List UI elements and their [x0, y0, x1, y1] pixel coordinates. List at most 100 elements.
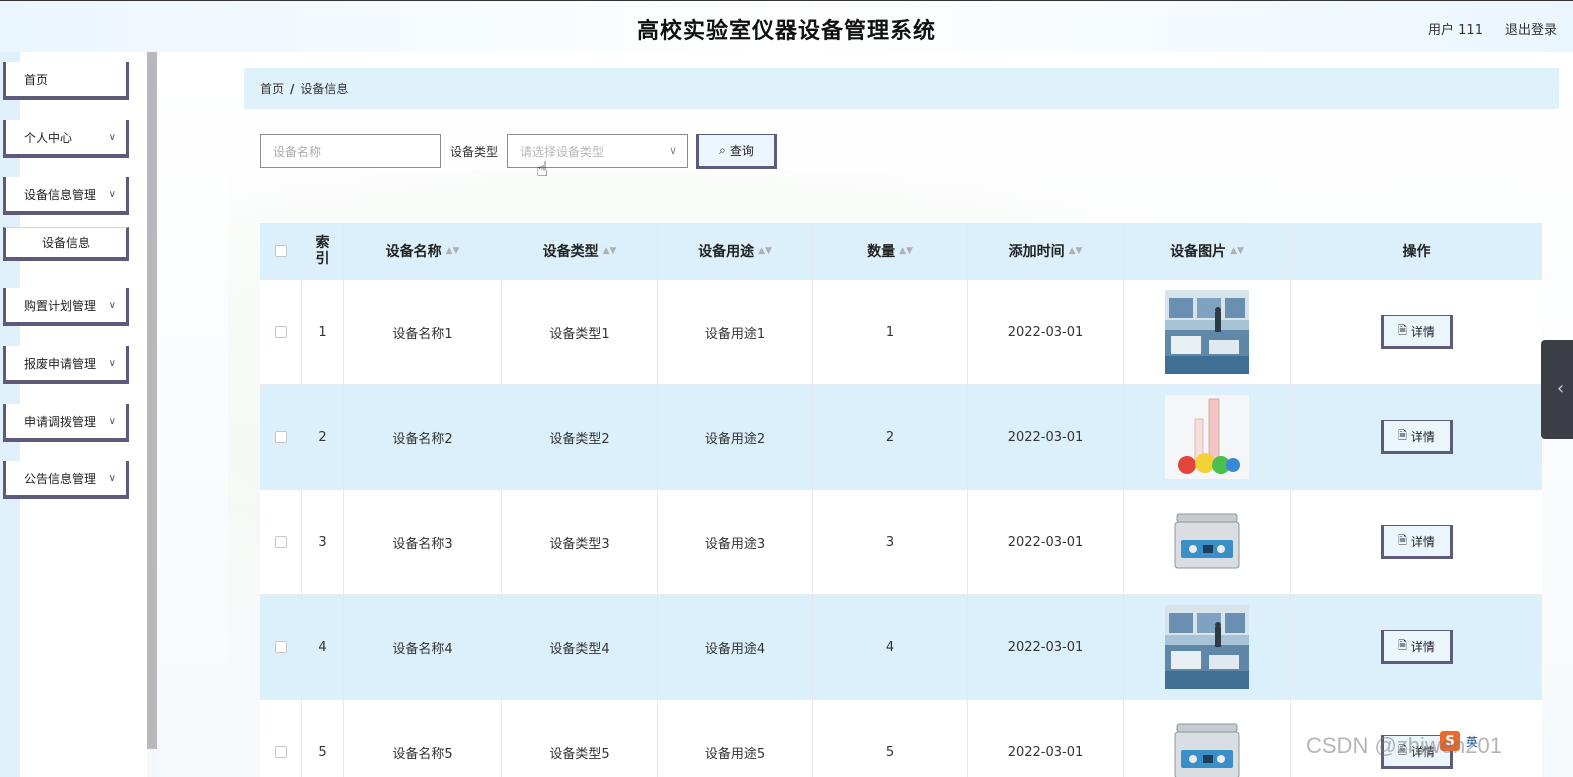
cell-quantity: 1 — [813, 280, 968, 384]
chevron-down-icon: ∨ — [108, 358, 116, 369]
sidebar-item-transfer-application[interactable]: 申请调拨管理 ∨ — [3, 404, 129, 442]
column-header-label: 数量 — [867, 244, 896, 260]
table-row: 1 设备名称1 设备类型1 设备用途1 1 2022-03-01 🗎 详情 — [260, 280, 1542, 385]
chevron-down-icon: ∨ — [108, 473, 116, 484]
column-header-image[interactable]: 设备图片 ▲▼ — [1124, 223, 1291, 279]
detail-button[interactable]: 🗎 详情 — [1380, 315, 1453, 349]
breadcrumb-separator: / — [290, 81, 295, 96]
breadcrumb: 首页 / 设备信息 — [244, 68, 1559, 109]
sort-icon[interactable]: ▲▼ — [446, 247, 460, 256]
cell-use: 设备用途2 — [658, 385, 813, 489]
search-icon: ⌕ — [719, 143, 726, 157]
detail-button-label: 详情 — [1410, 324, 1435, 339]
cell-image — [1124, 700, 1291, 777]
equipment-image[interactable] — [1165, 605, 1249, 689]
detail-button[interactable]: 🗎 详情 — [1380, 525, 1453, 559]
sidebar-scrollbar[interactable] — [147, 52, 157, 749]
equipment-name-placeholder: 设备名称 — [273, 144, 322, 159]
breadcrumb-current: 设备信息 — [300, 82, 349, 96]
chevron-down-icon: ∨ — [108, 189, 116, 200]
row-checkbox[interactable] — [274, 431, 287, 443]
equipment-image[interactable] — [1165, 500, 1249, 584]
column-header-type[interactable]: 设备类型 ▲▼ — [502, 223, 658, 279]
query-button[interactable]: ⌕ 查询 — [696, 134, 777, 169]
column-header-time[interactable]: 添加时间 ▲▼ — [968, 223, 1124, 279]
sidebar-item-label: 公告信息管理 — [24, 471, 97, 486]
document-icon: 🗎 — [1398, 428, 1407, 442]
cell-use: 设备用途4 — [658, 595, 813, 699]
row-checkbox[interactable] — [274, 746, 287, 758]
column-header-quantity[interactable]: 数量 ▲▼ — [813, 223, 968, 279]
cell-type: 设备类型3 — [502, 490, 658, 594]
logout-link[interactable]: 退出登录 — [1505, 19, 1557, 38]
cell-quantity: 5 — [813, 700, 968, 777]
sidebar-item-label: 首页 — [24, 72, 49, 87]
row-checkbox[interactable] — [274, 641, 287, 653]
table-header-row: 索引 设备名称 ▲▼ 设备类型 ▲▼ 设备用途 ▲▼ 数量 ▲▼ 添加时间 ▲▼ 设备图片… — [260, 223, 1542, 280]
cell-use: 设备用途1 — [658, 280, 813, 384]
sort-icon[interactable]: ▲▼ — [1230, 247, 1244, 256]
detail-button[interactable]: 🗎 详情 — [1380, 420, 1453, 454]
cell-name: 设备名称4 — [344, 595, 502, 699]
cell-actions: 🗎 详情 — [1291, 280, 1542, 384]
sidebar-item-label: 设备信息管理 — [24, 187, 97, 202]
column-header-label: 设备用途 — [698, 244, 755, 260]
breadcrumb-home[interactable]: 首页 — [260, 80, 284, 97]
cell-index: 4 — [302, 595, 344, 699]
select-all-checkbox[interactable] — [274, 245, 287, 257]
table-body: 1 设备名称1 设备类型1 设备用途1 1 2022-03-01 🗎 详情 2 设备名称2 设备类型… — [260, 280, 1542, 777]
equipment-image[interactable] — [1165, 290, 1249, 374]
equipment-table: 索引 设备名称 ▲▼ 设备类型 ▲▼ 设备用途 ▲▼ 数量 ▲▼ 添加时间 ▲▼ 设备图片… — [260, 223, 1542, 777]
equipment-name-input[interactable]: 设备名称 — [260, 134, 441, 168]
cell-name: 设备名称5 — [344, 700, 502, 777]
cell-name: 设备名称2 — [344, 385, 502, 489]
document-icon: 🗎 — [1398, 638, 1407, 652]
sidebar-subitem-equipment-info[interactable]: 设备信息 — [3, 227, 129, 261]
detail-button[interactable]: 🗎 详情 — [1380, 630, 1453, 664]
column-header-name[interactable]: 设备名称 ▲▼ — [344, 223, 502, 279]
cell-type: 设备类型2 — [502, 385, 658, 489]
sidebar-item-label: 个人中心 — [24, 130, 73, 145]
equipment-type-select[interactable]: 请选择设备类型 ∨ — [507, 134, 688, 168]
cell-type: 设备类型4 — [502, 595, 658, 699]
detail-button-label: 详情 — [1410, 429, 1435, 444]
sidebar-item-personal-center[interactable]: 个人中心 ∨ — [3, 120, 129, 158]
column-header-index: 索引 — [302, 223, 344, 279]
app-title: 高校实验室仪器设备管理系统 — [636, 19, 936, 44]
sidebar-item-purchase-plan[interactable]: 购置计划管理 ∨ — [3, 288, 129, 326]
cell-use: 设备用途3 — [658, 490, 813, 594]
sort-icon[interactable]: ▲▼ — [899, 247, 913, 256]
sidebar-item-announcement[interactable]: 公告信息管理 ∨ — [3, 461, 129, 499]
sidebar-item-home[interactable]: 首页 — [3, 62, 129, 100]
table-row: 2 设备名称2 设备类型2 设备用途2 2 2022-03-01 🗎 详情 — [260, 385, 1542, 490]
sort-icon[interactable]: ▲▼ — [758, 247, 772, 256]
row-checkbox[interactable] — [274, 326, 287, 338]
row-checkbox[interactable] — [274, 536, 287, 548]
cell-actions: 🗎 详情 — [1291, 490, 1542, 594]
column-header-label: 设备图片 — [1170, 244, 1227, 260]
cell-time: 2022-03-01 — [968, 385, 1124, 489]
sidebar-item-label: 设备信息 — [41, 236, 90, 250]
sidebar-item-label: 申请调拨管理 — [24, 414, 97, 429]
query-button-label: 查询 — [729, 144, 754, 158]
equipment-image[interactable] — [1165, 395, 1249, 479]
sidebar-item-scrap-application[interactable]: 报废申请管理 ∨ — [3, 346, 129, 384]
collapse-panel-tab[interactable]: ‹ — [1541, 340, 1573, 439]
cell-image — [1124, 490, 1291, 594]
sort-icon[interactable]: ▲▼ — [1069, 247, 1083, 256]
cell-type: 设备类型5 — [502, 700, 658, 777]
sidebar-item-equipment-management[interactable]: 设备信息管理 ∨ — [3, 177, 129, 215]
cell-index: 2 — [302, 385, 344, 489]
column-header-use[interactable]: 设备用途 ▲▼ — [658, 223, 813, 279]
sidebar-item-label: 报废申请管理 — [24, 356, 97, 371]
cell-time: 2022-03-01 — [968, 490, 1124, 594]
column-header-label: 索引 — [315, 235, 330, 267]
row-select-cell — [260, 595, 302, 699]
sort-icon[interactable]: ▲▼ — [603, 247, 617, 256]
cell-index: 5 — [302, 700, 344, 777]
row-select-cell — [260, 385, 302, 489]
chevron-down-icon: ∨ — [668, 144, 677, 157]
cell-index: 1 — [302, 280, 344, 384]
equipment-image[interactable] — [1165, 710, 1249, 777]
column-header-label: 操作 — [1402, 244, 1431, 260]
